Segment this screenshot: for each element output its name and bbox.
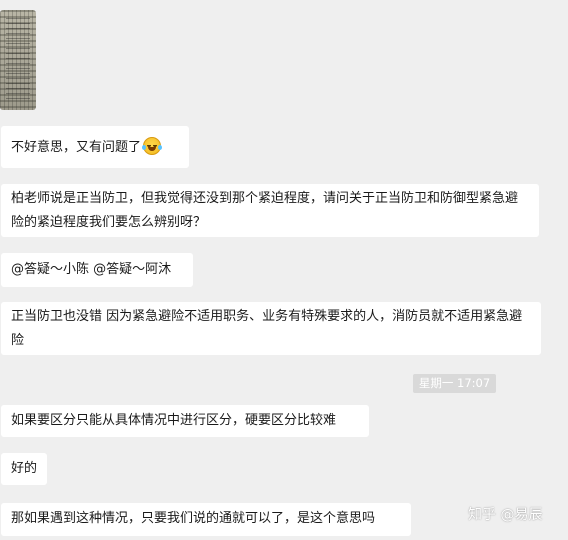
image-thumbnail[interactable]: [0, 10, 36, 110]
message-bubble: 如果要区分只能从具体情况中进行区分，硬要区分比较难: [1, 405, 369, 437]
message-bubble: 正当防卫也没错 因为紧急避险不适用职务、业务有特殊要求的人，消防员就不适用紧急避…: [1, 302, 541, 355]
laughing-crying-emoji-icon: [142, 137, 163, 155]
message-bubble: @答疑～小陈 @答疑～阿沐: [1, 253, 193, 287]
message-bubble: 不好意思，又有问题了: [1, 126, 189, 168]
message-text: 那如果遇到这种情况，只要我们说的通就可以了，是这个意思吗: [11, 511, 376, 526]
timestamp: 星期一 17:07: [413, 374, 496, 393]
message-bubble: 好的: [1, 453, 47, 485]
message-text: 不好意思，又有问题了: [11, 140, 142, 155]
message-bubble: 那如果遇到这种情况，只要我们说的通就可以了，是这个意思吗: [1, 503, 411, 536]
message-text: 柏老师说是正当防卫，但我觉得还没到那个紧迫程度，请问关于正当防卫和防御型紧急避险…: [11, 191, 519, 230]
message-text: 正当防卫也没错 因为紧急避险不适用职务、业务有特殊要求的人，消防员就不适用紧急避…: [11, 309, 523, 348]
message-bubble: 柏老师说是正当防卫，但我觉得还没到那个紧迫程度，请问关于正当防卫和防御型紧急避险…: [1, 184, 539, 237]
message-text: 如果要区分只能从具体情况中进行区分，硬要区分比较难: [11, 413, 337, 428]
zhihu-watermark: 知乎 @易辰: [468, 507, 543, 523]
message-text: 好的: [11, 461, 38, 476]
message-text: @答疑～小陈 @答疑～阿沐: [11, 262, 172, 277]
